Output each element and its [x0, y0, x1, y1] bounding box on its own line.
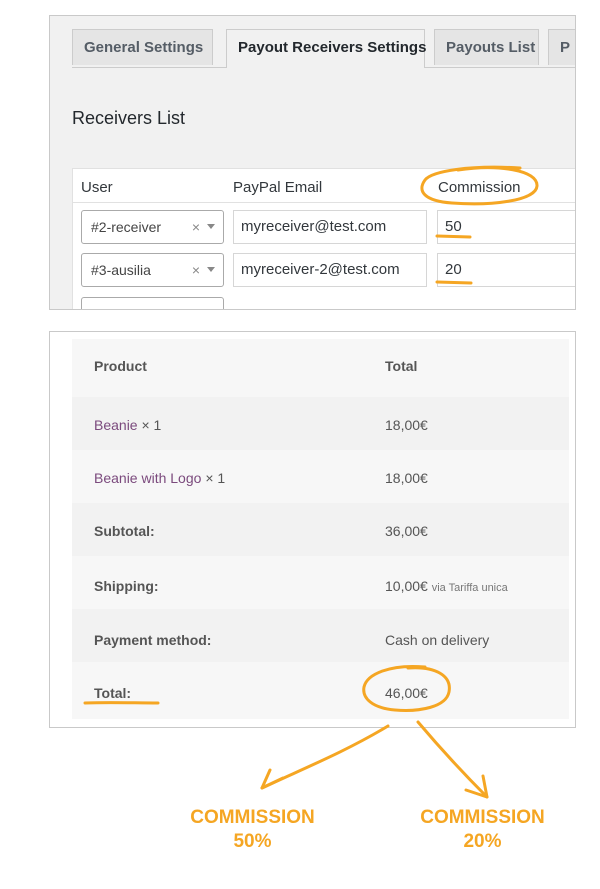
shipping-row: Shipping: 10,00€ via Tariffa unica	[72, 556, 569, 609]
commission-annotation-title: COMMISSION	[420, 807, 545, 828]
tab-payouts-list[interactable]: Payouts List	[434, 29, 539, 65]
tab-payout-receivers-settings[interactable]: Payout Receivers Settings	[226, 29, 426, 68]
tab-general-settings[interactable]: General Settings	[72, 29, 213, 65]
subtotal-row: Subtotal: 36,00€	[72, 503, 569, 556]
arrow-to-commission-20	[416, 720, 489, 799]
commission-annotation-percent: 50%	[233, 831, 272, 852]
user-select-value: #2-receiver	[91, 219, 162, 235]
order-table: Product Total Beanie × 1 18,00€ Beanie w…	[72, 339, 569, 719]
column-header-product: Product	[94, 358, 147, 374]
product-cell: Beanie with Logo × 1	[94, 470, 225, 486]
paypal-email-field[interactable]: myreceiver-2@test.com	[233, 253, 427, 287]
user-select[interactable]: #2-receiver ×	[81, 210, 224, 244]
shipping-amount: 10,00€	[385, 578, 428, 594]
total-value: 46,00€	[385, 685, 428, 701]
paypal-email-field[interactable]: myreceiver@test.com	[233, 210, 427, 244]
total-row: Total: 46,00€	[72, 662, 569, 715]
shipping-label: Shipping:	[94, 578, 159, 594]
payment-method-value: Cash on delivery	[385, 632, 490, 648]
product-link[interactable]: Beanie	[94, 417, 138, 433]
product-link[interactable]: Beanie with Logo	[94, 470, 201, 486]
clear-icon[interactable]: ×	[192, 211, 200, 243]
column-header-total: Total	[385, 358, 418, 374]
user-select-empty[interactable]	[81, 297, 224, 309]
settings-panel: General Settings Payout Receivers Settin…	[49, 15, 576, 310]
user-select[interactable]: #3-ausilia ×	[81, 253, 224, 287]
header-divider	[73, 202, 575, 203]
product-quantity: × 1	[205, 470, 226, 486]
commission-20-annotation: COMMISSION 20%	[405, 806, 560, 854]
commission-annotation-percent: 20%	[463, 831, 502, 852]
order-details-panel: Product Total Beanie × 1 18,00€ Beanie w…	[49, 331, 576, 728]
receivers-list-title: Receivers List	[72, 108, 186, 128]
arrow-head-right	[464, 774, 489, 799]
receivers-table: User PayPal Email Commission #2-receiver…	[72, 168, 575, 309]
clear-icon[interactable]: ×	[192, 254, 200, 286]
shipping-method: via Tariffa unica	[431, 582, 508, 594]
commission-annotation-title: COMMISSION	[190, 807, 315, 828]
arrow-head-left	[260, 768, 285, 790]
column-header-commission: Commission	[438, 179, 521, 196]
user-select-value: #3-ausilia	[91, 262, 151, 278]
payment-method-row: Payment method: Cash on delivery	[72, 609, 569, 662]
subtotal-label: Subtotal:	[94, 523, 155, 539]
product-cell: Beanie × 1	[94, 417, 161, 433]
shipping-value: 10,00€ via Tariffa unica	[385, 578, 508, 594]
table-row: Beanie with Logo × 1 18,00€	[72, 450, 569, 503]
commission-field[interactable]: 20	[437, 253, 575, 287]
chevron-down-icon[interactable]	[207, 224, 215, 229]
commission-field[interactable]: 50	[437, 210, 575, 244]
product-quantity: × 1	[141, 417, 162, 433]
total-label: Total:	[94, 685, 132, 701]
tab-truncated[interactable]: P	[548, 29, 575, 65]
order-header-row: Product Total	[72, 339, 569, 392]
arrow-to-commission-50	[260, 724, 390, 790]
table-row: Beanie × 1 18,00€	[72, 397, 569, 450]
line-total: 18,00€	[385, 470, 428, 486]
commission-50-annotation: COMMISSION 50%	[175, 806, 330, 854]
line-total: 18,00€	[385, 417, 428, 433]
column-header-user: User	[81, 179, 113, 196]
settings-tabs: General Settings Payout Receivers Settin…	[72, 29, 575, 68]
column-header-email: PayPal Email	[233, 179, 323, 196]
payment-method-label: Payment method:	[94, 632, 212, 648]
subtotal-value: 36,00€	[385, 523, 428, 539]
chevron-down-icon[interactable]	[207, 267, 215, 272]
